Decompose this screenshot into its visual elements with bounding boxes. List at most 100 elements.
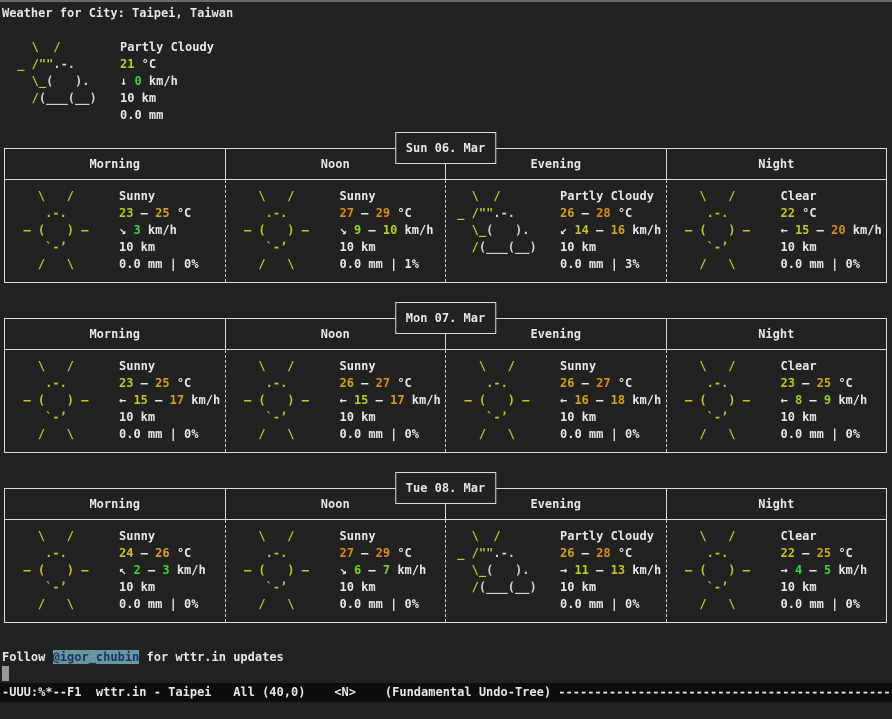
- visibility: 10 km: [781, 579, 868, 596]
- forecast-date-box: Tue 08. Mar: [395, 472, 496, 504]
- partly-cloudy-icon: \ / _ /"".-. \_( ). /(___(__): [10, 39, 114, 124]
- period-header-morning: Morning: [5, 149, 226, 179]
- condition-label: Partly Cloudy: [120, 39, 214, 56]
- precipitation: 0.0 mm | 3%: [560, 256, 661, 273]
- forecast-date: Sun 06. Mar: [406, 141, 485, 155]
- period-header-morning: Morning: [5, 489, 226, 519]
- temperature: 23 – 25 °C: [119, 375, 220, 392]
- twitter-handle-link[interactable]: @igor_chubin: [53, 650, 140, 664]
- forecast-date-box: Mon 07. Mar: [395, 302, 496, 334]
- temperature: 26 – 27 °C: [340, 375, 441, 392]
- sunny-icon: \ / .-. – ( ) – `-’ / \: [671, 188, 775, 273]
- precipitation: 0.0 mm | 0%: [340, 426, 441, 443]
- period-header-night: Night: [667, 149, 887, 179]
- weather-details: Partly Cloudy26 – 28 °C→ 11 – 13 km/h10 …: [560, 528, 661, 613]
- period-cells-row: \ / .-. – ( ) – `-’ / \Sunny23 – 25 °C← …: [5, 350, 886, 452]
- visibility: 10 km: [119, 579, 206, 596]
- weather-details: Sunny23 – 25 °C↘ 3 km/h10 km0.0 mm | 0%: [119, 188, 198, 273]
- condition-label: Partly Cloudy: [560, 528, 661, 545]
- condition-label: Sunny: [340, 358, 441, 375]
- sunny-icon: \ / .-. – ( ) – `-’ / \: [230, 188, 334, 273]
- wind: ← 16 – 18 km/h: [560, 392, 661, 409]
- condition-label: Sunny: [560, 358, 661, 375]
- forecast-days: Sun 06. Mar MorningNoonEveningNight \ / …: [2, 148, 892, 623]
- temperature: 26 – 28 °C: [560, 205, 661, 222]
- precipitation: 0.0 mm | 0%: [340, 596, 427, 613]
- weather-details: Sunny26 – 27 °C← 15 – 17 km/h10 km0.0 mm…: [340, 358, 441, 443]
- sunny-icon: \ / .-. – ( ) – `-’ / \: [9, 528, 113, 613]
- precipitation: 0.0 mm: [120, 107, 214, 124]
- weather-details: Partly Cloudy21 °C↓ 0 km/h10 km0.0 mm: [120, 39, 214, 124]
- forecast-cell-morning: \ / .-. – ( ) – `-’ / \Sunny23 – 25 °C← …: [5, 350, 226, 452]
- period-header-night: Night: [667, 489, 887, 519]
- visibility: 10 km: [340, 579, 427, 596]
- weather-details: Partly Cloudy26 – 28 °C↙ 14 – 16 km/h10 …: [560, 188, 661, 273]
- visibility: 10 km: [560, 239, 661, 256]
- forecast-day-3: Tue 08. Mar MorningNoonEveningNight \ / …: [4, 488, 887, 623]
- temperature: 22 °C: [781, 205, 882, 222]
- wind: ↙ 14 – 16 km/h: [560, 222, 661, 239]
- temperature: 23 – 25 °C: [781, 375, 868, 392]
- modeline-dashes: ----------------------------------------…: [558, 685, 892, 699]
- wind: → 4 – 5 km/h: [781, 562, 868, 579]
- follow-suffix: for wttr.in updates: [139, 650, 284, 664]
- temperature: 26 – 27 °C: [560, 375, 661, 392]
- visibility: 10 km: [340, 239, 434, 256]
- emacs-modeline: -UUU:%*--F1 wttr.in - Taipei All (40,0) …: [0, 683, 892, 702]
- condition-label: Sunny: [119, 188, 198, 205]
- current-conditions: \ / _ /"".-. \_( ). /(___(__)Partly Clou…: [2, 39, 892, 124]
- precipitation: 0.0 mm | 0%: [119, 426, 220, 443]
- temperature: 27 – 29 °C: [340, 205, 434, 222]
- sunny-icon: \ / .-. – ( ) – `-’ / \: [450, 358, 554, 443]
- temperature: 24 – 26 °C: [119, 545, 206, 562]
- visibility: 10 km: [560, 579, 661, 596]
- sunny-icon: \ / .-. – ( ) – `-’ / \: [9, 358, 113, 443]
- sunny-icon: \ / .-. – ( ) – `-’ / \: [671, 358, 775, 443]
- sunny-icon: \ / .-. – ( ) – `-’ / \: [671, 528, 775, 613]
- forecast-cell-night: \ / .-. – ( ) – `-’ / \Clear22 – 25 °C→ …: [667, 520, 887, 622]
- weather-details: Clear22 – 25 °C→ 4 – 5 km/h10 km0.0 mm |…: [781, 528, 868, 613]
- precipitation: 0.0 mm | 0%: [560, 426, 661, 443]
- forecast-day-2: Mon 07. Mar MorningNoonEveningNight \ / …: [4, 318, 887, 453]
- precipitation: 0.0 mm | 0%: [781, 256, 882, 273]
- text-cursor: [2, 666, 9, 681]
- echo-area: [0, 702, 892, 719]
- visibility: 10 km: [781, 239, 882, 256]
- period-cells-row: \ / .-. – ( ) – `-’ / \ Sunny23 – 25 °C↘ …: [5, 180, 886, 282]
- temperature: 21 °C: [120, 56, 214, 73]
- wind: ↓ 0 km/h: [120, 73, 214, 90]
- condition-label: Sunny: [340, 528, 427, 545]
- weather-title: Weather for City: Taipei, Taiwan: [2, 5, 892, 22]
- forecast-cell-night: \ / .-. – ( ) – `-’ / \ Clear23 – 25 °C← …: [667, 350, 887, 452]
- condition-label: Clear: [781, 358, 868, 375]
- condition-label: Clear: [781, 528, 868, 545]
- cursor-line: [2, 666, 892, 683]
- partly-cloudy-icon: \ / _ /"".-. \_( ). /(___(__): [450, 528, 554, 613]
- condition-label: Partly Cloudy: [560, 188, 661, 205]
- emacs-buffer[interactable]: Weather for City: Taipei, Taiwan \ / _ /…: [0, 2, 892, 683]
- forecast-date-box: Sun 06. Mar: [395, 132, 496, 164]
- forecast-cell-evening: \ / _ /"".-. \_( ). /(___(__)Partly Clou…: [446, 180, 667, 282]
- visibility: 10 km: [120, 90, 214, 107]
- follow-note: Follow @igor_chubin for wttr.in updates: [2, 649, 892, 666]
- condition-label: Sunny: [340, 188, 434, 205]
- visibility: 10 km: [119, 239, 198, 256]
- condition-label: Sunny: [119, 528, 206, 545]
- forecast-date: Mon 07. Mar: [406, 311, 485, 325]
- temperature: 27 – 29 °C: [340, 545, 427, 562]
- forecast-cell-evening: \ / .-. – ( ) – `-’ / \Sunny26 – 27 °C← …: [446, 350, 667, 452]
- temperature: 26 – 28 °C: [560, 545, 661, 562]
- precipitation: 0.0 mm | 0%: [119, 596, 206, 613]
- visibility: 10 km: [119, 409, 220, 426]
- forecast-cell-night: \ / .-. – ( ) – `-’ / \Clear22 °C← 15 – …: [667, 180, 887, 282]
- precipitation: 0.0 mm | 0%: [560, 596, 661, 613]
- condition-label: Sunny: [119, 358, 220, 375]
- wind: ← 8 – 9 km/h: [781, 392, 868, 409]
- partly-cloudy-icon: \ / _ /"".-. \_( ). /(___(__): [450, 188, 554, 273]
- precipitation: 0.0 mm | 1%: [340, 256, 434, 273]
- weather-details: Clear22 °C← 15 – 20 km/h10 km0.0 mm | 0%: [781, 188, 882, 273]
- weather-details: Sunny26 – 27 °C← 16 – 18 km/h10 km0.0 mm…: [560, 358, 661, 443]
- visibility: 10 km: [340, 409, 441, 426]
- forecast-cell-noon: \ / .-. – ( ) – `-’ / \Sunny26 – 27 °C← …: [226, 350, 447, 452]
- wind: ↘ 6 – 7 km/h: [340, 562, 427, 579]
